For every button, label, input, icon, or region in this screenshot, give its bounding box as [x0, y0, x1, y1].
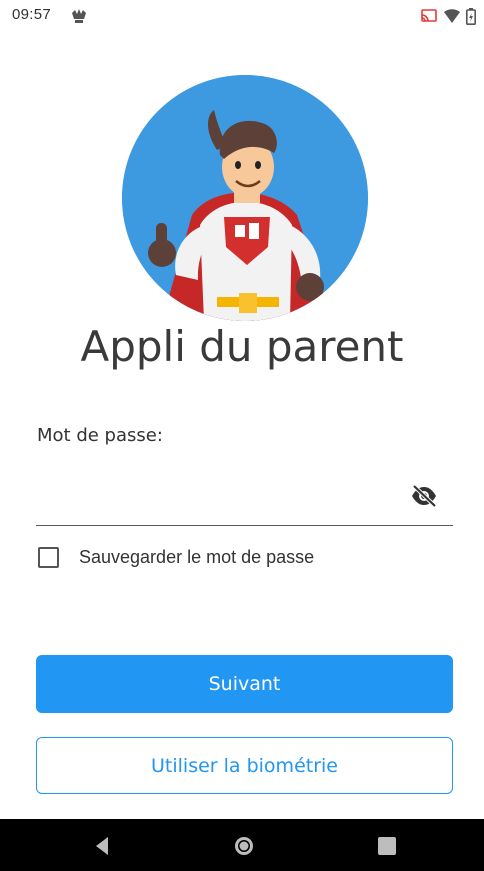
- save-password-checkbox[interactable]: [38, 546, 59, 568]
- status-time: 09:57: [12, 6, 52, 23]
- navigation-bar: [0, 819, 484, 871]
- mascot-avatar: [122, 75, 368, 321]
- biometric-button-label: Utiliser la biométrie: [151, 754, 338, 777]
- password-visibility-toggle[interactable]: [408, 480, 440, 512]
- home-icon[interactable]: [231, 833, 257, 859]
- save-password-label: Sauvegarder le mot de passe: [79, 546, 315, 567]
- back-icon[interactable]: [90, 833, 116, 859]
- password-label: Mot de passe:: [37, 425, 163, 446]
- next-button-label: Suivant: [208, 673, 281, 695]
- wifi-icon: [443, 8, 461, 24]
- cast-icon: [420, 8, 438, 24]
- battery-icon: [466, 7, 476, 25]
- biometric-button[interactable]: Utiliser la biométrie: [36, 737, 453, 794]
- next-button[interactable]: Suivant: [36, 655, 453, 713]
- superhero-mascot-icon: [122, 75, 368, 321]
- save-password-row[interactable]: Sauvegarder le mot de passe: [38, 544, 314, 570]
- password-input[interactable]: [36, 470, 453, 526]
- notification-app-icon: [70, 7, 88, 25]
- app-title: Appli du parent: [80, 322, 404, 371]
- eye-off-icon: [412, 484, 437, 508]
- status-bar: 09:57: [0, 0, 484, 32]
- recents-icon[interactable]: [374, 833, 400, 859]
